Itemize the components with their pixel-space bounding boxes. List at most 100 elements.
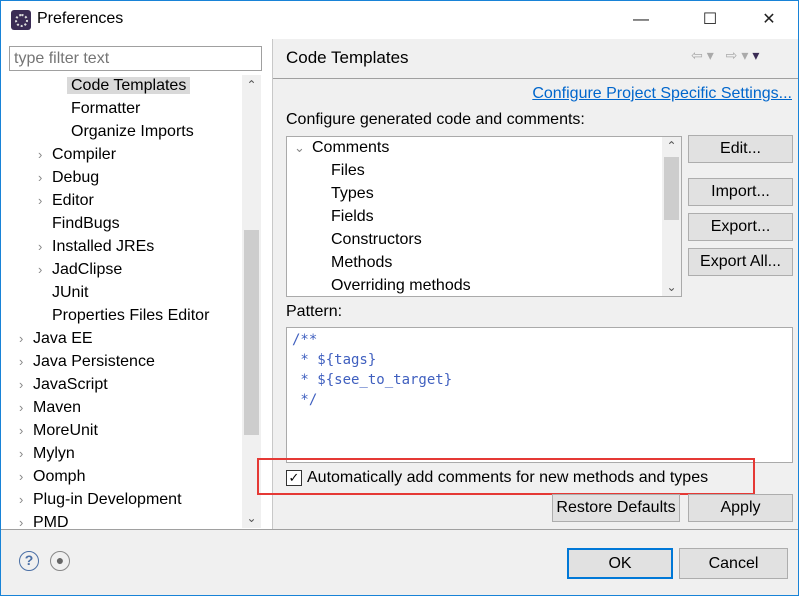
- template-label: Files: [331, 162, 365, 179]
- forward-icon[interactable]: ⇨▾: [726, 47, 753, 63]
- chevron-right-icon[interactable]: ›: [38, 259, 42, 281]
- sidebar-item[interactable]: › JadClipse: [38, 259, 123, 281]
- sidebar-item[interactable]: › Plug-in Development: [19, 489, 182, 511]
- sidebar-item[interactable]: FindBugs: [52, 213, 120, 235]
- scroll-up-icon[interactable]: ⌃: [242, 78, 261, 92]
- window-title: Preferences: [37, 10, 124, 27]
- sidebar-item-label: Installed JREs: [52, 238, 155, 255]
- sidebar-item-label: Java EE: [33, 330, 93, 347]
- sidebar-item[interactable]: › PMD: [19, 512, 69, 528]
- eclipse-icon: [11, 10, 31, 30]
- chevron-right-icon[interactable]: ›: [19, 443, 23, 465]
- chevron-right-icon[interactable]: ›: [38, 167, 42, 189]
- chevron-right-icon[interactable]: ›: [19, 512, 23, 528]
- apply-button[interactable]: Apply: [688, 494, 793, 522]
- scroll-thumb[interactable]: [244, 230, 259, 435]
- sidebar-item-label: JadClipse: [52, 261, 123, 278]
- sidebar-item-label: Maven: [33, 399, 82, 416]
- sidebar-item-label: Compiler: [52, 146, 117, 163]
- sidebar-item[interactable]: JUnit: [52, 282, 88, 304]
- auto-comment-checkbox[interactable]: ✓: [286, 470, 302, 486]
- chevron-right-icon[interactable]: ›: [19, 374, 23, 396]
- sidebar-item[interactable]: Formatter: [71, 98, 140, 120]
- chevron-right-icon[interactable]: ›: [38, 144, 42, 166]
- chevron-right-icon[interactable]: ›: [19, 351, 23, 373]
- pattern-editor[interactable]: /** * ${tags} * ${see_to_target} */: [286, 327, 793, 463]
- preference-tree: Code Templates Formatter Organize Imports ›…: [1, 75, 242, 528]
- sidebar: Code Templates Formatter Organize Imports ›…: [1, 39, 272, 529]
- preferences-window: Preferences — ☐ ✕ Code Templates Formatte…: [0, 0, 799, 596]
- minimize-button[interactable]: —: [618, 5, 664, 35]
- sidebar-item-label: Java Persistence: [33, 353, 155, 370]
- templates-tree[interactable]: ⌄ Comments Files Types Fields Constructors Met…: [286, 136, 682, 297]
- sidebar-item-label: Oomph: [33, 468, 86, 485]
- project-settings-link[interactable]: Configure Project Specific Settings...: [532, 85, 792, 103]
- sidebar-item[interactable]: › MoreUnit: [19, 420, 98, 442]
- separator: [1, 529, 798, 530]
- separator: [273, 78, 798, 79]
- template-item[interactable]: Methods: [331, 252, 392, 274]
- menu-icon[interactable]: ▾: [752, 47, 763, 63]
- sidebar-item[interactable]: › Oomph: [19, 466, 86, 488]
- template-label: Constructors: [331, 231, 422, 248]
- sidebar-item[interactable]: › Compiler: [38, 144, 117, 166]
- template-label: Methods: [331, 254, 393, 271]
- sidebar-item[interactable]: › Installed JREs: [38, 236, 155, 258]
- back-icon[interactable]: ⇦▾: [691, 47, 718, 63]
- sidebar-item[interactable]: › JavaScript: [19, 374, 108, 396]
- auto-comment-label[interactable]: Automatically add comments for new metho…: [307, 469, 708, 487]
- filter-input[interactable]: [9, 46, 262, 71]
- sidebar-item[interactable]: Code Templates: [67, 75, 191, 97]
- template-item[interactable]: Files: [331, 160, 365, 182]
- chevron-right-icon[interactable]: ›: [19, 489, 23, 511]
- sidebar-item-label: JavaScript: [33, 376, 108, 393]
- close-button[interactable]: ✕: [746, 5, 792, 35]
- restore-defaults-button[interactable]: Restore Defaults: [552, 494, 680, 522]
- template-item[interactable]: Fields: [331, 206, 374, 228]
- chevron-right-icon[interactable]: ›: [38, 190, 42, 212]
- sidebar-item-label: Organize Imports: [71, 123, 194, 140]
- scroll-down-icon[interactable]: ⌄: [242, 511, 261, 525]
- chevron-right-icon[interactable]: ›: [38, 236, 42, 258]
- help-icon[interactable]: ?: [19, 551, 39, 571]
- template-label: Overriding methods: [331, 277, 471, 294]
- nav-arrows[interactable]: ⇦▾ ⇨▾▾: [691, 47, 763, 64]
- sidebar-item[interactable]: Organize Imports: [71, 121, 194, 143]
- sidebar-item[interactable]: › Java EE: [19, 328, 93, 350]
- export-all-button[interactable]: Export All...: [688, 248, 793, 276]
- templates-scrollbar[interactable]: ⌃ ⌄: [662, 137, 681, 296]
- sidebar-item-label: FindBugs: [52, 215, 120, 232]
- sidebar-item[interactable]: › Editor: [38, 190, 94, 212]
- scroll-thumb[interactable]: [664, 157, 679, 220]
- sash[interactable]: [272, 39, 273, 529]
- chevron-right-icon[interactable]: ›: [19, 420, 23, 442]
- template-item[interactable]: Types: [331, 183, 374, 205]
- sidebar-item[interactable]: › Java Persistence: [19, 351, 155, 373]
- ok-button[interactable]: OK: [567, 548, 673, 579]
- edit-button[interactable]: Edit...: [688, 135, 793, 163]
- chevron-right-icon[interactable]: ›: [19, 466, 23, 488]
- configure-label: Configure generated code and comments:: [286, 111, 585, 128]
- template-item[interactable]: Constructors: [331, 229, 422, 251]
- cancel-button[interactable]: Cancel: [679, 548, 788, 579]
- import-export-icon[interactable]: ●: [50, 551, 70, 571]
- sidebar-item[interactable]: › Maven: [19, 397, 82, 419]
- sidebar-item-label: JUnit: [52, 284, 89, 301]
- sidebar-item[interactable]: › Mylyn: [19, 443, 75, 465]
- scroll-down-icon[interactable]: ⌄: [662, 280, 681, 294]
- sidebar-item-label: Debug: [52, 169, 100, 186]
- sidebar-item-label: Editor: [52, 192, 94, 209]
- template-item[interactable]: Overriding methods: [331, 275, 471, 296]
- chevron-right-icon[interactable]: ›: [19, 397, 23, 419]
- sidebar-item[interactable]: Properties Files Editor: [52, 305, 209, 327]
- template-item[interactable]: ⌄ Comments: [294, 137, 389, 159]
- chevron-down-icon[interactable]: ⌄: [294, 137, 305, 159]
- chevron-right-icon[interactable]: ›: [19, 328, 23, 350]
- page-title: Code Templates: [286, 48, 409, 67]
- import-button[interactable]: Import...: [688, 178, 793, 206]
- maximize-button[interactable]: ☐: [687, 5, 733, 35]
- scroll-up-icon[interactable]: ⌃: [662, 139, 681, 153]
- sidebar-item-label: MoreUnit: [33, 422, 98, 439]
- sidebar-item[interactable]: › Debug: [38, 167, 100, 189]
- export-button[interactable]: Export...: [688, 213, 793, 241]
